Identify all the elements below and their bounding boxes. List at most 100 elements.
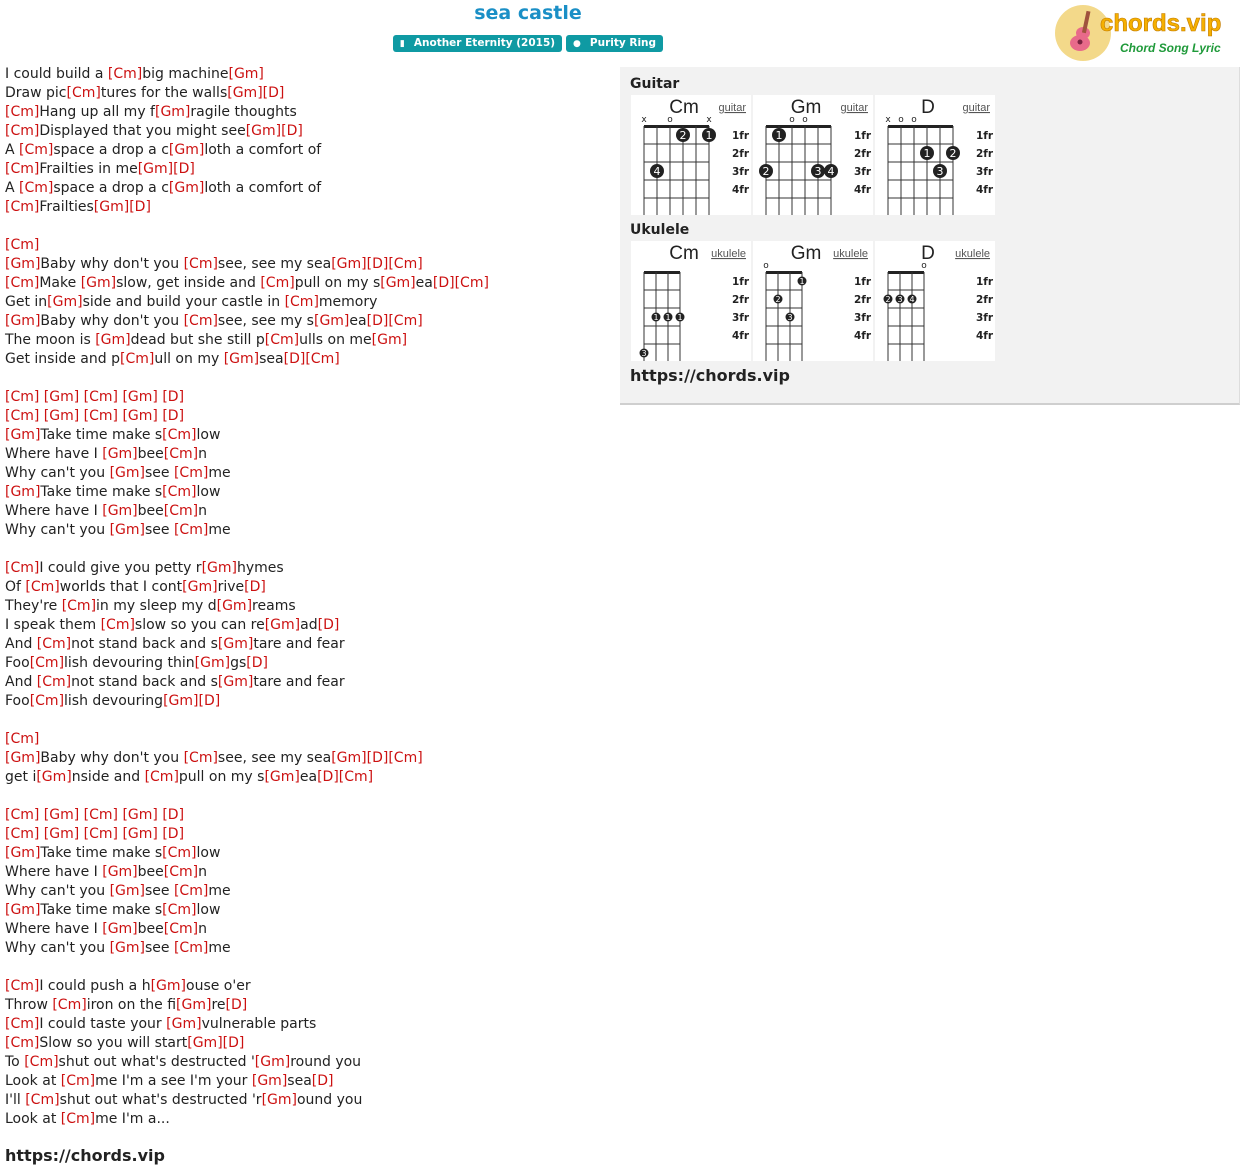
chord-link[interactable]: [Cm] — [52, 997, 86, 1013]
chord-link[interactable]: [Cm] — [61, 1073, 95, 1089]
chord-link[interactable]: [Cm] — [455, 275, 489, 291]
chord-link[interactable]: [Cm] — [5, 275, 39, 291]
guitar-chord-cm[interactable]: Cm guitar x o x 1fr 2fr 3fr 4fr 2 1 4 — [631, 95, 751, 215]
chord-link[interactable]: [D] — [246, 655, 268, 671]
chord-link[interactable]: [Cm] — [260, 275, 294, 291]
chord-link[interactable]: [Cm] — [164, 864, 198, 880]
chord-link[interactable]: [Gm] — [265, 617, 300, 633]
chord-link[interactable]: [Cm] — [184, 750, 218, 766]
chord-link[interactable]: [Cm] — [184, 313, 218, 329]
chord-link[interactable]: [Cm] — [62, 598, 96, 614]
chord-link[interactable]: [Gm] — [228, 66, 263, 82]
chord-link[interactable]: [Cm] — [164, 446, 198, 462]
chord-link[interactable]: [Cm] — [388, 750, 422, 766]
chord-link[interactable]: [Gm] — [218, 636, 253, 652]
chord-link[interactable]: [Cm] — [84, 807, 118, 823]
chord-link[interactable]: [Cm] — [174, 940, 208, 956]
chord-link[interactable]: [Gm] — [47, 294, 82, 310]
chord-link[interactable]: [Cm] — [84, 389, 118, 405]
chord-link[interactable]: [Cm] — [5, 1035, 39, 1051]
chord-link[interactable]: [Cm] — [120, 351, 154, 367]
chord-link[interactable]: [Cm] — [5, 237, 39, 253]
chord-link[interactable]: [Cm] — [84, 408, 118, 424]
chord-link[interactable]: [D] — [433, 275, 455, 291]
chord-link[interactable]: [Cm] — [174, 883, 208, 899]
chord-link[interactable]: [Cm] — [67, 85, 101, 101]
chord-link[interactable]: [Cm] — [30, 655, 64, 671]
chord-link[interactable]: [Gm] — [5, 484, 40, 500]
chord-link[interactable]: [Gm] — [122, 807, 157, 823]
chord-link[interactable]: [Gm] — [95, 332, 130, 348]
chord-link[interactable]: [Cm] — [25, 1092, 59, 1108]
chord-link[interactable]: [Gm] — [5, 313, 40, 329]
chord-link[interactable]: [D] — [367, 313, 389, 329]
chord-link[interactable]: [D] — [129, 199, 151, 215]
guitar-chord-d[interactable]: Dguitar x o o 1fr 2fr 3fr 4fr 1 2 3 — [875, 95, 995, 215]
chord-link[interactable]: [D] — [223, 1035, 245, 1051]
chord-link[interactable]: [Cm] — [19, 142, 53, 158]
chord-link[interactable]: [Gm] — [122, 826, 157, 842]
chord-link[interactable]: [D] — [162, 807, 184, 823]
instrument-link[interactable]: guitar — [718, 102, 746, 114]
chord-link[interactable]: [D] — [198, 693, 220, 709]
instrument-link[interactable]: guitar — [840, 102, 868, 114]
chord-link[interactable]: [Cm] — [164, 921, 198, 937]
chord-link[interactable]: [Cm] — [388, 256, 422, 272]
chord-link[interactable]: [D] — [226, 997, 248, 1013]
chord-link[interactable]: [Gm] — [218, 674, 253, 690]
chord-link[interactable]: [Gm] — [331, 256, 366, 272]
chord-link[interactable]: [D] — [244, 579, 266, 595]
instrument-link[interactable]: guitar — [962, 102, 990, 114]
chord-link[interactable]: [Cm] — [174, 522, 208, 538]
chord-link[interactable]: [Cm] — [285, 294, 319, 310]
instrument-link[interactable]: ukulele — [711, 248, 746, 260]
chord-link[interactable]: [Gm] — [5, 750, 40, 766]
chord-link[interactable]: [Gm] — [5, 902, 40, 918]
chord-link[interactable]: [Cm] — [305, 351, 339, 367]
ukulele-chord-d[interactable]: Dukulele o 1fr 2fr 3fr 4fr 2 3 4 — [875, 241, 995, 361]
chord-link[interactable]: [Gm] — [102, 864, 137, 880]
chord-link[interactable]: [Cm] — [30, 693, 64, 709]
chord-link[interactable]: [Cm] — [37, 636, 71, 652]
chord-link[interactable]: [Gm] — [314, 313, 349, 329]
chord-link[interactable]: [Cm] — [174, 465, 208, 481]
chord-link[interactable]: [Cm] — [108, 66, 142, 82]
chord-link[interactable]: [Cm] — [5, 161, 39, 177]
chord-link[interactable]: [Cm] — [84, 826, 118, 842]
chord-link[interactable]: [Gm] — [252, 1073, 287, 1089]
chord-link[interactable]: [Gm] — [81, 275, 116, 291]
chord-link[interactable]: [Gm] — [331, 750, 366, 766]
chord-link[interactable]: [Gm] — [44, 408, 79, 424]
chord-link[interactable]: [Cm] — [265, 332, 299, 348]
chord-link[interactable]: [D] — [317, 769, 339, 785]
chord-link[interactable]: [D] — [162, 826, 184, 842]
chord-link[interactable]: [Cm] — [5, 560, 39, 576]
chord-link[interactable]: [Gm] — [44, 389, 79, 405]
chord-link[interactable]: [D] — [367, 750, 389, 766]
chord-link[interactable]: [D] — [281, 123, 303, 139]
chord-link[interactable]: [Cm] — [19, 180, 53, 196]
chord-link[interactable]: [Cm] — [5, 199, 39, 215]
chord-link[interactable]: [Gm] — [202, 560, 237, 576]
chord-link[interactable]: [Gm] — [264, 769, 299, 785]
instrument-link[interactable]: ukulele — [833, 248, 868, 260]
chord-link[interactable]: [D] — [284, 351, 306, 367]
chord-link[interactable]: [Gm] — [110, 522, 145, 538]
chord-link[interactable]: [Gm] — [169, 142, 204, 158]
chord-link[interactable]: [Gm] — [176, 997, 211, 1013]
chord-link[interactable]: [Cm] — [162, 845, 196, 861]
site-logo[interactable]: chords.vip Chord Song Lyric — [1054, 3, 1236, 63]
chord-link[interactable]: [Cm] — [5, 389, 39, 405]
guitar-chord-gm[interactable]: Gm guitar o o 1fr 2fr 3fr 4fr 1 2 3 4 — [753, 95, 873, 215]
chord-link[interactable]: [Cm] — [184, 256, 218, 272]
chord-link[interactable]: [Gm] — [44, 807, 79, 823]
chord-link[interactable]: [Cm] — [339, 769, 373, 785]
chord-link[interactable]: [Gm] — [102, 503, 137, 519]
footer-site-link[interactable]: https://chords.vip — [5, 1146, 165, 1165]
chord-link[interactable]: [Gm] — [122, 408, 157, 424]
chord-link[interactable]: [Gm] — [217, 598, 252, 614]
chord-link[interactable]: [Cm] — [5, 408, 39, 424]
chord-link[interactable]: [Cm] — [101, 617, 135, 633]
chord-link[interactable]: [Cm] — [162, 427, 196, 443]
chord-link[interactable]: [Cm] — [162, 902, 196, 918]
